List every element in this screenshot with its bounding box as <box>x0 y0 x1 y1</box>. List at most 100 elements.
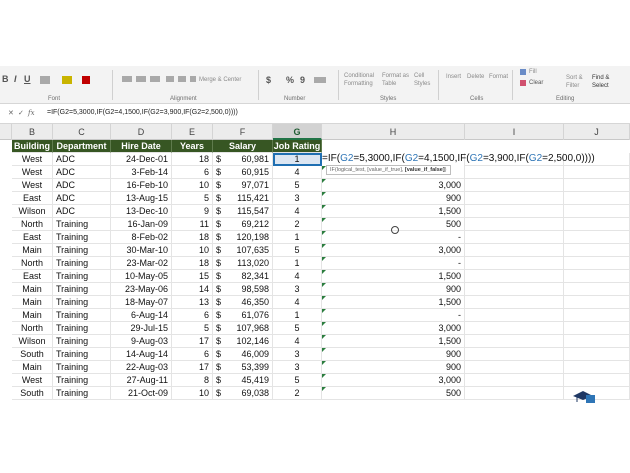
cell-hire-date[interactable]: 24-Dec-01 <box>111 153 172 166</box>
decrease-indent-icon[interactable] <box>166 76 174 82</box>
column-header-i[interactable]: I <box>465 124 564 140</box>
cell-department[interactable]: Training <box>53 296 111 309</box>
cell-building[interactable]: North <box>12 322 53 335</box>
cell-years[interactable]: 10 <box>172 244 213 257</box>
fill-down-icon[interactable] <box>520 69 526 75</box>
cell-department[interactable]: Training <box>53 348 111 361</box>
cell-years[interactable]: 6 <box>172 348 213 361</box>
cell-hire-date[interactable]: 9-Aug-03 <box>111 335 172 348</box>
cell-empty[interactable] <box>564 309 630 322</box>
cell-salary[interactable]: 115,421 <box>227 192 273 205</box>
cell-job-rating[interactable]: 3 <box>273 348 322 361</box>
cell-styles-button[interactable]: Cell Styles <box>414 72 430 88</box>
cell-years[interactable]: 6 <box>172 166 213 179</box>
cell-years[interactable]: 6 <box>172 309 213 322</box>
format-as-table-button[interactable]: Format as Table <box>382 72 412 88</box>
cell-empty[interactable] <box>465 361 564 374</box>
cell-hire-date[interactable]: 21-Oct-09 <box>111 387 172 400</box>
align-center-icon[interactable] <box>136 76 146 82</box>
cell-job-rating[interactable]: 4 <box>273 270 322 283</box>
cell-currency-symbol[interactable]: $ <box>213 218 227 231</box>
cell-empty[interactable] <box>465 387 564 400</box>
column-header-h[interactable]: H <box>322 124 465 140</box>
cell-bonus[interactable]: 3,000 <box>322 374 465 387</box>
merge-center-button[interactable]: Merge & Center <box>199 77 241 83</box>
cell-job-rating[interactable]: 1 <box>273 309 322 322</box>
cell-empty[interactable] <box>465 283 564 296</box>
cell-building[interactable]: Main <box>12 361 53 374</box>
cell-empty[interactable] <box>564 231 630 244</box>
cell-bonus[interactable]: 3,000 <box>322 179 465 192</box>
column-header-g[interactable]: G <box>273 124 322 140</box>
header-building[interactable]: Building <box>12 140 53 153</box>
cell-hire-date[interactable]: 27-Aug-11 <box>111 374 172 387</box>
cell-empty[interactable] <box>564 296 630 309</box>
cell-currency-symbol[interactable]: $ <box>213 270 227 283</box>
cell-currency-symbol[interactable]: $ <box>213 153 227 166</box>
cell-currency-symbol[interactable]: $ <box>213 205 227 218</box>
cell-salary[interactable]: 98,598 <box>227 283 273 296</box>
cell-years[interactable]: 13 <box>172 296 213 309</box>
cell-edit-formula[interactable]: =IF(G2=5,3000,IF(G2=4,1500,IF(G2=3,900,I… <box>322 152 595 165</box>
header-hire-date[interactable]: Hire Date <box>111 140 172 153</box>
cell-hire-date[interactable]: 6-Aug-14 <box>111 309 172 322</box>
cell-salary[interactable]: 113,020 <box>227 257 273 270</box>
cell-department[interactable]: ADC <box>53 153 111 166</box>
cell-job-rating[interactable]: 4 <box>273 335 322 348</box>
cell-currency-symbol[interactable]: $ <box>213 296 227 309</box>
cell-department[interactable]: Training <box>53 218 111 231</box>
cell-salary[interactable]: 69,038 <box>227 387 273 400</box>
cell-empty[interactable] <box>465 166 564 179</box>
cell-job-rating[interactable]: 5 <box>273 244 322 257</box>
cell-salary[interactable]: 69,212 <box>227 218 273 231</box>
cell-years[interactable]: 10 <box>172 387 213 400</box>
clear-button[interactable]: Clear <box>529 80 543 86</box>
cell-salary[interactable]: 97,071 <box>227 179 273 192</box>
cell-hire-date[interactable]: 13-Aug-15 <box>111 192 172 205</box>
cell-bonus[interactable]: 1,500 <box>322 296 465 309</box>
cell-job-rating[interactable]: 1 <box>273 231 322 244</box>
merge-icon[interactable] <box>190 76 196 82</box>
cell-department[interactable]: ADC <box>53 166 111 179</box>
cell-salary[interactable]: 107,635 <box>227 244 273 257</box>
cell-building[interactable]: Main <box>12 244 53 257</box>
cell-empty[interactable] <box>564 348 630 361</box>
cell-years[interactable]: 5 <box>172 322 213 335</box>
cell-empty[interactable] <box>465 309 564 322</box>
cell-currency-symbol[interactable]: $ <box>213 335 227 348</box>
cell-hire-date[interactable]: 23-May-06 <box>111 283 172 296</box>
header-department[interactable]: Department <box>53 140 111 153</box>
cell-building[interactable]: Main <box>12 296 53 309</box>
cell-department[interactable]: Training <box>53 335 111 348</box>
cell-bonus[interactable]: 500 <box>322 387 465 400</box>
cell-empty[interactable] <box>564 322 630 335</box>
cell-building[interactable]: East <box>12 231 53 244</box>
insert-button[interactable]: Insert <box>446 74 461 80</box>
italic-button[interactable]: I <box>14 74 17 84</box>
cell-salary[interactable]: 60,981 <box>227 153 273 166</box>
cell-empty[interactable] <box>465 335 564 348</box>
cell-empty[interactable] <box>465 374 564 387</box>
conditional-formatting-button[interactable]: Conditional Formatting <box>344 72 378 88</box>
cell-department[interactable]: ADC <box>53 192 111 205</box>
cell-hire-date[interactable]: 29-Jul-15 <box>111 322 172 335</box>
cell-job-rating[interactable]: 2 <box>273 218 322 231</box>
formula-input[interactable]: =IF(G2=5,3000,IF(G2=4,1500,IF(G2=3,900,I… <box>47 109 238 116</box>
cell-years[interactable]: 18 <box>172 231 213 244</box>
cell-empty[interactable] <box>465 348 564 361</box>
cell-hire-date[interactable]: 13-Dec-10 <box>111 205 172 218</box>
cell-empty[interactable] <box>465 218 564 231</box>
cell-department[interactable]: ADC <box>53 179 111 192</box>
cell-empty[interactable] <box>564 166 630 179</box>
decimal-icon[interactable] <box>314 77 326 83</box>
cell-bonus[interactable]: 1,500 <box>322 270 465 283</box>
cell-salary[interactable]: 82,341 <box>227 270 273 283</box>
cell-department[interactable]: Training <box>53 309 111 322</box>
sort-filter-button[interactable]: Sort & Filter <box>566 74 588 90</box>
cell-years[interactable]: 10 <box>172 179 213 192</box>
eraser-icon[interactable] <box>520 80 526 86</box>
cell-currency-symbol[interactable]: $ <box>213 322 227 335</box>
cell-hire-date[interactable]: 22-Aug-03 <box>111 361 172 374</box>
cell-hire-date[interactable]: 18-May-07 <box>111 296 172 309</box>
cell-empty[interactable] <box>564 205 630 218</box>
